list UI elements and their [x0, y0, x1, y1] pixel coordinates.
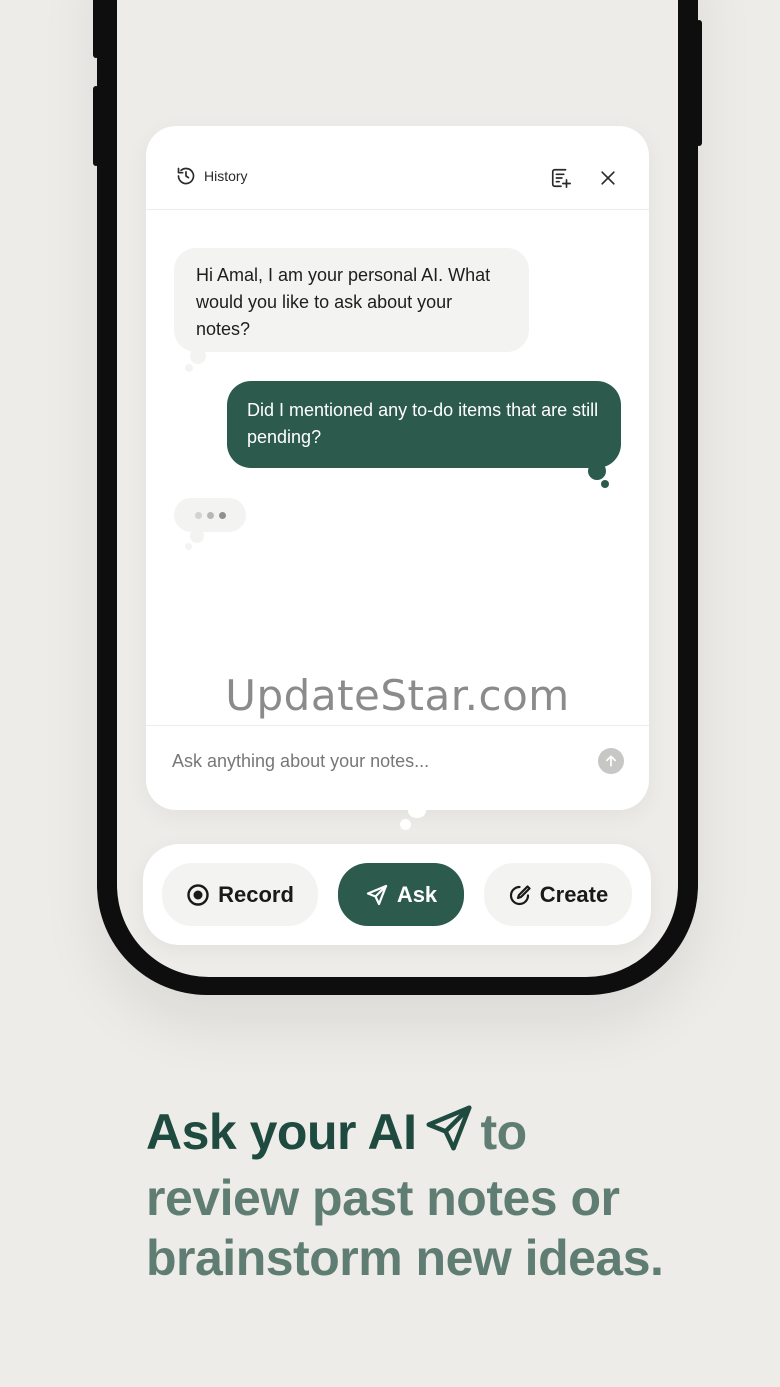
typing-dot [218, 511, 226, 519]
note-add-icon [551, 168, 571, 188]
chat-input-row [146, 725, 649, 810]
caption-highlight: Ask your AI [146, 1104, 417, 1160]
record-button[interactable]: Record [162, 863, 318, 926]
arrow-up-icon [606, 755, 616, 767]
send-paper-plane-icon [366, 884, 387, 905]
caption-line-3: brainstorm new ideas. [146, 1230, 664, 1286]
history-label: History [204, 168, 248, 184]
new-chat-button[interactable] [549, 166, 573, 190]
history-button[interactable]: History [176, 166, 248, 186]
record-label: Record [218, 881, 294, 907]
marketing-caption: Ask your AI to review past notes or brain… [146, 1101, 746, 1288]
ai-chat-panel: History Hi Amal, I am your personal AI. … [146, 126, 649, 810]
close-icon [601, 171, 615, 185]
action-bar: Record Ask Create [143, 844, 651, 945]
caption-line-1: Ask your AI to [146, 1101, 746, 1168]
typing-tail [190, 529, 204, 543]
record-icon [187, 883, 209, 906]
create-button[interactable]: Create [484, 863, 632, 926]
panel-tail [408, 804, 426, 818]
typing-dot [206, 511, 214, 519]
paper-plane-icon [421, 1101, 477, 1168]
chat-input[interactable] [172, 746, 592, 776]
side-button-right [696, 20, 702, 146]
ai-bubble-tail-small [185, 364, 193, 372]
side-button-left-bottom [93, 86, 99, 166]
ask-button[interactable]: Ask [338, 863, 464, 926]
typing-dot [194, 511, 202, 519]
close-button[interactable] [596, 166, 620, 190]
side-button-left-top [93, 0, 99, 58]
user-message-bubble: Did I mentioned any to-do items that are… [227, 381, 621, 468]
caption-line-1-rest: to [480, 1104, 528, 1160]
history-clock-icon [177, 167, 195, 185]
send-button[interactable] [598, 748, 624, 774]
watermark-text: UpdateStar.com [225, 671, 570, 720]
ask-label: Ask [396, 881, 438, 907]
edit-circle-icon [509, 884, 531, 905]
ai-bubble-tail [190, 348, 206, 364]
caption-line-2: review past notes or [146, 1170, 620, 1226]
user-bubble-tail [588, 462, 606, 480]
panel-tail-small [400, 819, 411, 830]
chat-header: History [146, 126, 649, 210]
create-label: Create [539, 881, 609, 907]
user-bubble-tail-small [601, 480, 609, 488]
typing-tail-small [185, 543, 192, 550]
ai-message-bubble: Hi Amal, I am your personal AI. What wou… [174, 248, 529, 352]
typing-indicator [174, 498, 246, 532]
